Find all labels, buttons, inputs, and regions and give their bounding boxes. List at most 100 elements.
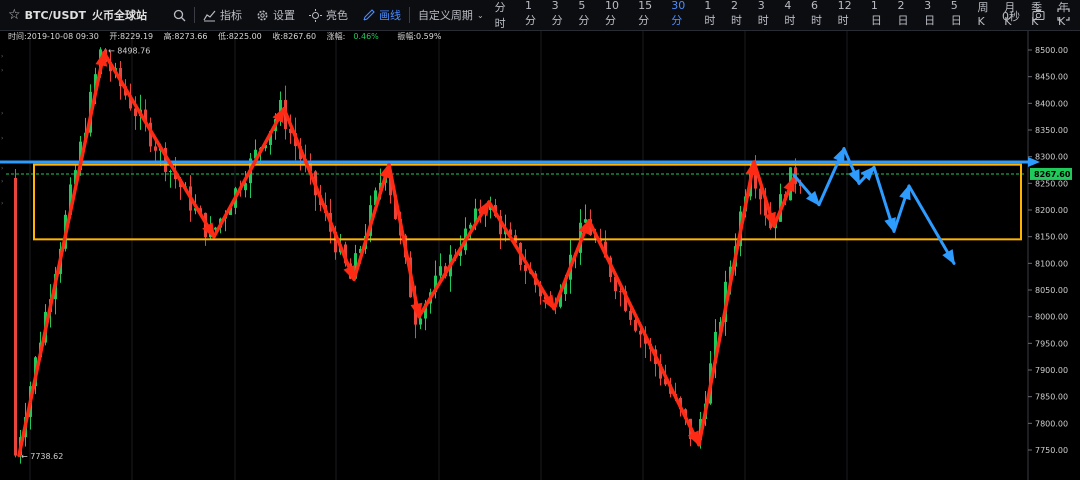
theme-label: 亮色 <box>325 9 348 22</box>
y-tick-label-14: 7800.00 <box>1035 419 1068 428</box>
ohlc-info-bar: 时间:2019-10-08 09:30 开:8229.19 高:8273.66 … <box>8 31 449 43</box>
interval-17[interactable]: 周K <box>977 0 994 31</box>
pair-label[interactable]: BTC/USDT <box>25 9 86 22</box>
red-wave-segment-6 <box>417 200 491 319</box>
high-marker-label: ← 8498.76 <box>108 47 150 56</box>
fullscreen-icon[interactable] <box>1057 7 1070 24</box>
red-wave-segment-2 <box>212 106 286 239</box>
interval-3[interactable]: 5分 <box>578 0 595 31</box>
candle-body-31 <box>169 171 172 173</box>
countdown-label: 0秒 <box>1002 9 1020 23</box>
candle-body-121 <box>619 291 622 293</box>
low-marker-label: ← 7738.62 <box>21 452 63 461</box>
left-edge-marker-4: › <box>1 165 3 172</box>
left-edge-marker-0: › <box>1 53 3 60</box>
y-tick-label-4: 8300.00 <box>1035 153 1068 162</box>
theme-button[interactable]: 亮色 <box>308 7 348 23</box>
candle-body-85 <box>439 266 442 276</box>
info-change-value: 0.46% <box>353 32 379 41</box>
interval-15[interactable]: 3日 <box>924 0 941 31</box>
indicator-icon <box>203 10 216 21</box>
interval-7[interactable]: 1时 <box>704 0 721 31</box>
info-change-label: 涨幅: <box>326 32 346 41</box>
interval-0[interactable]: 分时 <box>495 0 515 31</box>
red-wave-segment-0 <box>17 50 106 458</box>
blue-projection-arrowhead-6 <box>942 249 956 266</box>
left-edge-marker-2: › <box>1 110 3 117</box>
interval-5[interactable]: 15分 <box>638 0 661 31</box>
info-change: 涨幅: 0.46% <box>327 32 387 41</box>
candle-body-124 <box>634 319 637 331</box>
red-wave-segment-3 <box>282 106 356 282</box>
y-tick-label-0: 8500.00 <box>1035 46 1068 55</box>
y-tick-label-13: 7850.00 <box>1035 393 1068 402</box>
y-tick-label-6: 8200.00 <box>1035 206 1068 215</box>
current-price-tag-label: 8267.60 <box>1034 170 1071 179</box>
range-box <box>33 163 1022 241</box>
interval-10[interactable]: 4时 <box>784 0 801 31</box>
interval-list: 分时 1分 3分 5分 10分 15分 30分 1时 2时 3时 4时 6时 12时 1日 2日 3日 5日 周K… <box>490 0 1080 31</box>
candle-body-28 <box>154 146 157 151</box>
pen-icon <box>363 8 375 21</box>
camera-icon[interactable] <box>1032 8 1045 24</box>
exchange-label: 火币全球站 <box>92 9 148 22</box>
y-tick-label-11: 7950.00 <box>1035 339 1068 348</box>
y-tick-label-10: 8000.00 <box>1035 313 1068 322</box>
red-wave-segment-1 <box>102 50 216 239</box>
star-icon[interactable]: ☆ <box>8 7 21 23</box>
info-low: 低:8225.00 <box>218 32 262 41</box>
y-tick-label-8: 8100.00 <box>1035 259 1068 268</box>
interval-9[interactable]: 3时 <box>758 0 775 31</box>
indicators-button[interactable]: 指标 <box>203 7 242 23</box>
interval-14[interactable]: 2日 <box>897 0 914 31</box>
settings-gear-icon <box>257 10 268 20</box>
settings-button[interactable]: 设置 <box>256 7 295 23</box>
interval-13[interactable]: 1日 <box>871 0 888 31</box>
search-icon[interactable] <box>173 9 186 22</box>
red-wave-segment-9 <box>587 218 701 447</box>
candle-body-81 <box>419 318 422 325</box>
y-tick-label-5: 8250.00 <box>1035 179 1068 188</box>
y-tick-label-9: 8050.00 <box>1035 286 1068 295</box>
y-tick-label-3: 8350.00 <box>1035 126 1068 135</box>
left-edge-marker-3: › <box>1 135 3 142</box>
indicators-label: 指标 <box>219 9 242 22</box>
red-wave-segment-8 <box>552 218 591 311</box>
custom-period-label: 自定义周期 <box>417 9 473 22</box>
candle-body-123 <box>629 310 632 320</box>
chevron-down-icon: ⌄ <box>476 10 484 20</box>
info-open: 开:8229.19 <box>109 32 154 41</box>
interval-6[interactable]: 30分 <box>671 0 694 31</box>
candle-body-0 <box>14 178 17 456</box>
left-edge-marker-1: › <box>1 67 3 74</box>
y-tick-label-2: 8400.00 <box>1035 99 1068 108</box>
interval-12[interactable]: 12时 <box>838 0 861 31</box>
interval-8[interactable]: 2时 <box>731 0 748 31</box>
y-tick-label-15: 7750.00 <box>1035 446 1068 455</box>
interval-2[interactable]: 3分 <box>552 0 569 31</box>
y-tick-label-7: 8150.00 <box>1035 233 1068 242</box>
red-wave-segment-4 <box>352 162 391 282</box>
blue-projection-segment-6 <box>907 184 956 265</box>
info-amplitude: 振幅:0.59% <box>397 32 442 41</box>
red-wave-segment-10 <box>697 160 756 447</box>
info-close: 收:8267.60 <box>272 32 317 41</box>
left-edge-marker-5: › <box>1 178 3 185</box>
interval-11[interactable]: 6时 <box>811 0 828 31</box>
info-time: 时间:2019-10-08 09:30 <box>8 32 99 41</box>
red-wave-segment-5 <box>387 162 421 319</box>
info-high: 高:8273.66 <box>163 32 208 41</box>
settings-label: 设置 <box>272 9 295 22</box>
interval-1[interactable]: 1分 <box>525 0 542 31</box>
chart-toolbar: ☆ BTC/USDT 火币全球站 指标 设置 亮色 画线 自定义周期 ⌄ 分时 1… <box>0 0 1080 31</box>
interval-4[interactable]: 10分 <box>605 0 628 31</box>
y-tick-label-12: 7900.00 <box>1035 366 1068 375</box>
candlestick-chart[interactable]: 8500.00 8450.00 8400.00 8350.00 8300.00 8250.… <box>0 0 1080 480</box>
draw-label: 画线 <box>378 9 401 22</box>
y-tick-label-1: 8450.00 <box>1035 73 1068 82</box>
left-edge-marker-6: › <box>1 200 3 207</box>
custom-period-dropdown[interactable]: 自定义周期 ⌄ <box>418 7 484 23</box>
draw-button[interactable]: 画线 <box>362 7 401 23</box>
theme-sun-icon <box>308 8 322 22</box>
interval-16[interactable]: 5日 <box>951 0 968 31</box>
